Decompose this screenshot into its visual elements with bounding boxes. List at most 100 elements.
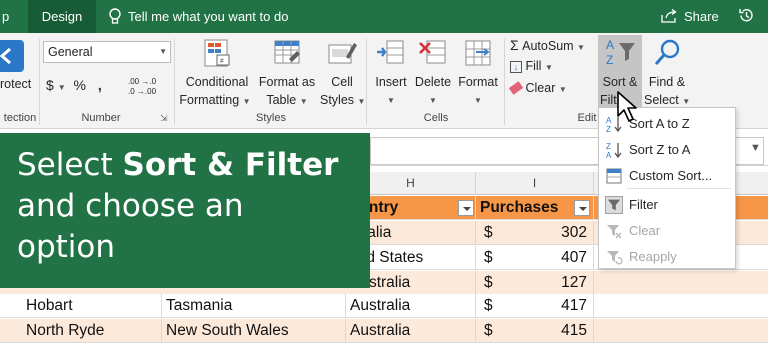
cell-styles-button[interactable] — [320, 37, 364, 69]
separator — [366, 39, 367, 125]
format-label[interactable]: Format — [454, 75, 502, 89]
cell-purchases[interactable]: 127 — [506, 271, 594, 295]
svg-text:Z: Z — [606, 142, 611, 151]
delete-label[interactable]: Delete — [412, 75, 454, 89]
clear-button[interactable]: Clear ▼ — [508, 81, 567, 95]
cell-country[interactable]: Australia — [346, 319, 476, 343]
conditional-formatting-label-1[interactable]: Conditional — [180, 75, 254, 89]
comma-button[interactable]: , — [98, 77, 102, 93]
svg-text:A: A — [606, 38, 614, 52]
percent-button[interactable]: % — [74, 77, 86, 93]
sort-filter-label-1: Sort & — [602, 75, 638, 89]
format-as-table-label-2[interactable]: Table ▼ — [254, 93, 320, 107]
cell-styles-label-1[interactable]: Cell — [320, 75, 364, 89]
cell-currency[interactable]: $ — [476, 271, 506, 295]
protect-label[interactable]: rotect — [0, 77, 31, 91]
svg-text:Z: Z — [606, 53, 613, 67]
sort-z-to-a-icon: Z A — [606, 142, 622, 159]
column-header-i[interactable]: I — [476, 172, 594, 195]
insert-cells-button[interactable] — [370, 37, 412, 69]
cell-currency[interactable]: $ — [476, 319, 506, 343]
reapply-icon — [607, 251, 623, 265]
conditional-formatting-button[interactable]: ≠ — [180, 37, 254, 69]
menu-separator — [627, 188, 731, 189]
sort-filter-menu: A Z Sort A to Z Z A Sort Z to A Custom S… — [598, 107, 736, 269]
cell-currency[interactable]: $ — [476, 294, 506, 318]
menu-item-custom-sort[interactable]: Custom Sort... — [599, 163, 735, 189]
menu-item-sort-z-to-a[interactable]: Z A Sort Z to A — [599, 137, 735, 163]
cell-currency[interactable]: $ — [476, 221, 506, 245]
cell-purchases[interactable]: 407 — [506, 246, 594, 270]
sigma-icon: Σ — [510, 37, 519, 53]
eraser-icon — [508, 81, 524, 95]
menu-item-label: Custom Sort... — [629, 168, 713, 183]
magnifier-icon — [654, 39, 680, 65]
cell-styles-icon — [328, 43, 357, 64]
svg-text:≠: ≠ — [220, 58, 224, 65]
table-row: Hobart Tasmania Australia $ 417 — [0, 294, 768, 318]
separator — [174, 39, 175, 125]
callout-line-2: and choose an — [17, 188, 244, 224]
dialog-launcher-icon[interactable]: ⇲ — [160, 113, 168, 124]
format-cells-button[interactable] — [454, 37, 502, 69]
cell-city[interactable]: Hobart — [22, 294, 162, 318]
number-group-label: Number — [81, 112, 121, 124]
mouse-cursor-icon — [617, 91, 637, 122]
delete-cells-button[interactable] — [412, 37, 454, 69]
conditional-formatting-label-2[interactable]: Formatting ▼ — [178, 93, 252, 107]
chevron-down-icon[interactable]: ▼ — [412, 96, 454, 105]
menu-item-label: Clear — [629, 223, 661, 238]
tab-design[interactable]: Design — [28, 0, 96, 33]
format-as-table-button[interactable] — [254, 37, 320, 69]
increase-decimal-button[interactable]: .00 →.0 — [128, 78, 156, 86]
protect-sheet-icon[interactable] — [0, 36, 28, 76]
instruction-callout: Select Sort & Filter and choose an optio… — [0, 133, 370, 288]
cells-group-label: Cells — [423, 112, 449, 124]
menu-item-reapply: Reapply — [599, 244, 735, 270]
menu-item-label: Sort Z to A — [629, 142, 691, 157]
filter-dropdown-purchases[interactable] — [574, 200, 590, 216]
cell-purchases[interactable]: 302 — [506, 221, 594, 245]
cell-currency[interactable]: $ — [476, 246, 506, 270]
cell-country[interactable]: Australia — [346, 294, 476, 318]
chevron-down-icon[interactable]: ▼ — [58, 83, 66, 92]
history-icon[interactable] — [738, 7, 755, 24]
cell-state[interactable]: New South Wales — [162, 319, 346, 343]
callout-line-3: option — [17, 229, 116, 265]
currency-button[interactable]: $ — [46, 77, 54, 93]
fill-button[interactable]: ↓ Fill ▼ — [510, 59, 553, 73]
filter-dropdown-country[interactable] — [458, 200, 474, 216]
menu-item-label: Reapply — [629, 249, 677, 264]
find-select-label-1[interactable]: Find & — [644, 75, 690, 89]
svg-text:A: A — [606, 151, 612, 159]
tab-partial[interactable]: p — [0, 0, 28, 33]
cell-purchases[interactable]: 415 — [506, 319, 594, 343]
custom-sort-icon — [606, 168, 622, 184]
share-label: Share — [684, 9, 719, 24]
sort-filter-icon: A Z — [606, 38, 635, 67]
decrease-decimal-button[interactable]: .0 →.00 — [128, 88, 156, 96]
delete-cells-icon — [419, 40, 446, 64]
title-bar: p Design Tell me what you want to do Sha… — [0, 0, 768, 33]
number-format-select[interactable]: General ▼ — [43, 41, 171, 63]
styles-group-label: Styles — [256, 112, 286, 124]
cell-styles-label-2[interactable]: Styles ▼ — [320, 93, 365, 107]
separator — [504, 39, 505, 125]
cell-state[interactable]: Tasmania — [162, 294, 346, 318]
chevron-down-icon[interactable]: ▼ — [454, 96, 502, 105]
expand-formula-bar-icon[interactable]: ▼ — [750, 142, 761, 154]
conditional-formatting-icon: ≠ — [204, 39, 230, 67]
autosum-button[interactable]: Σ AutoSum ▼ — [510, 37, 585, 53]
format-cells-icon — [465, 40, 491, 66]
menu-item-filter[interactable]: Filter — [599, 192, 735, 218]
chevron-down-icon[interactable]: ▼ — [370, 96, 412, 105]
menu-item-label: Sort A to Z — [629, 116, 690, 131]
cell-city[interactable]: North Ryde — [22, 319, 162, 343]
format-as-table-label-1[interactable]: Format as — [254, 75, 320, 89]
number-format-buttons: $ ▼ % , — [46, 77, 102, 93]
insert-label[interactable]: Insert — [370, 75, 412, 89]
find-select-label-2[interactable]: Select ▼ — [644, 93, 690, 107]
find-select-button[interactable] — [644, 37, 690, 69]
menu-item-label: Filter — [629, 197, 658, 212]
cell-purchases[interactable]: 417 — [506, 294, 594, 318]
